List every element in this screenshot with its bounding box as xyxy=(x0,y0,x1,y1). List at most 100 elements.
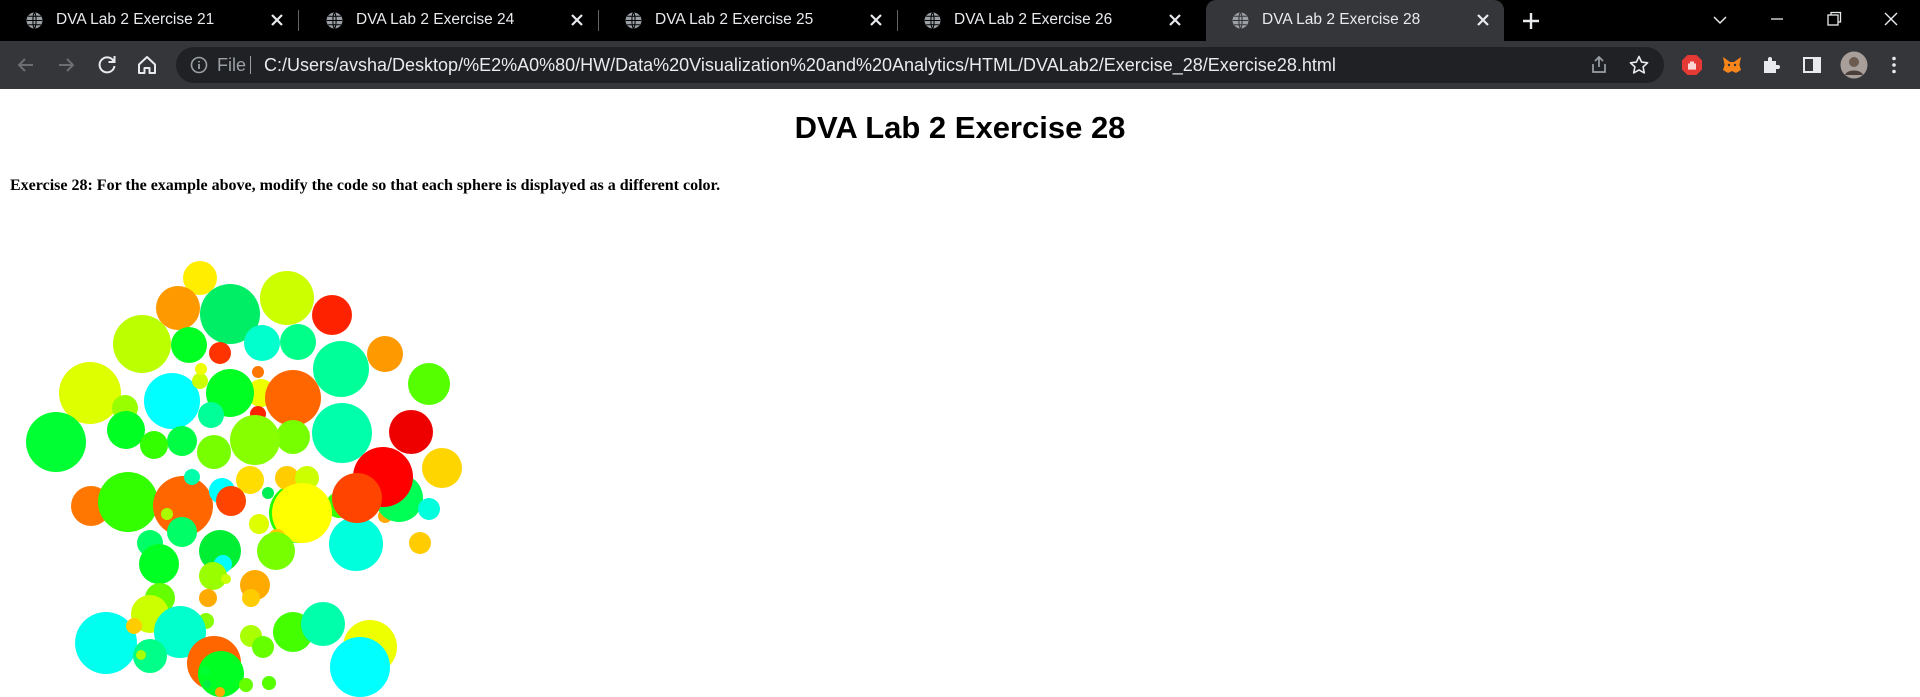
bubble-circle xyxy=(215,687,225,697)
bubble-circle xyxy=(312,295,352,335)
bubble-circle xyxy=(195,363,207,375)
globe-icon xyxy=(1232,12,1249,29)
bubble-circle xyxy=(167,426,197,456)
share-icon[interactable] xyxy=(1588,54,1610,76)
bubble-circle xyxy=(332,473,382,523)
bubble-circle xyxy=(276,420,310,454)
bubble-circle xyxy=(167,517,197,547)
close-window-icon[interactable] xyxy=(1871,6,1911,34)
plus-icon[interactable] xyxy=(1518,8,1544,34)
bubble-circle xyxy=(418,498,440,520)
close-icon[interactable] xyxy=(865,9,887,31)
bubble-circle xyxy=(409,532,431,554)
info-icon[interactable] xyxy=(190,56,208,74)
bubble-circle xyxy=(161,508,173,520)
bubble-circle xyxy=(244,325,280,361)
bubble-circle xyxy=(113,315,171,373)
close-icon[interactable] xyxy=(1164,9,1186,31)
bubble-circle xyxy=(422,448,462,488)
restore-icon[interactable] xyxy=(1814,6,1854,34)
metamask-icon[interactable] xyxy=(1720,53,1744,77)
bubble-circle xyxy=(26,412,86,472)
page-content: DVA Lab 2 Exercise 28 Exercise 28: For t… xyxy=(0,89,1920,697)
bubble-circle xyxy=(156,286,200,330)
bubble-circle xyxy=(98,472,158,532)
bubble-circle xyxy=(203,680,211,688)
tab-title: DVA Lab 2 Exercise 21 xyxy=(56,11,215,28)
bubble-circle xyxy=(184,469,200,485)
close-icon[interactable] xyxy=(566,9,588,31)
bubble-circle xyxy=(221,574,231,584)
bubble-circle xyxy=(107,411,145,449)
bubble-circle xyxy=(262,676,276,690)
bubble-circle xyxy=(209,342,231,364)
bubble-circle xyxy=(252,366,264,378)
bubble-circle xyxy=(216,486,246,516)
close-icon[interactable] xyxy=(266,9,288,31)
tab-exercise-26[interactable]: DVA Lab 2 Exercise 26 xyxy=(898,0,1196,41)
bubble-circle xyxy=(140,431,168,459)
bubble-circle xyxy=(389,410,433,454)
bubble-circle xyxy=(239,678,253,692)
bubble-circle xyxy=(139,544,179,584)
tab-exercise-25[interactable]: DVA Lab 2 Exercise 25 xyxy=(599,0,898,41)
home-icon[interactable] xyxy=(133,51,161,79)
puzzle-icon[interactable] xyxy=(1760,53,1784,77)
bubble-circle xyxy=(171,327,207,363)
tab-divider xyxy=(298,10,299,31)
bubble-circle xyxy=(192,373,208,389)
address-bar[interactable]: File C:/Users/avsha/Desktop/%E2%A0%80/HW… xyxy=(176,47,1664,83)
bubble-circle xyxy=(280,324,316,360)
globe-icon xyxy=(26,12,43,29)
tab-exercise-24[interactable]: DVA Lab 2 Exercise 24 xyxy=(300,0,599,41)
bubble-circle xyxy=(301,602,345,646)
chevron-down-icon[interactable] xyxy=(1700,6,1740,34)
globe-icon xyxy=(924,12,941,29)
globe-icon xyxy=(326,12,343,29)
bubble-circle xyxy=(136,650,146,660)
arrow-left-icon[interactable] xyxy=(12,51,40,79)
tab-title: DVA Lab 2 Exercise 25 xyxy=(655,11,814,28)
bubble-chart xyxy=(26,261,462,697)
profile-avatar-icon[interactable] xyxy=(1840,51,1868,79)
tab-title: DVA Lab 2 Exercise 24 xyxy=(356,11,515,28)
browser-toolbar: File C:/Users/avsha/Desktop/%E2%A0%80/HW… xyxy=(0,41,1920,89)
tab-exercise-21[interactable]: DVA Lab 2 Exercise 21 xyxy=(0,0,299,41)
bubble-circle xyxy=(408,363,450,405)
tab-title: DVA Lab 2 Exercise 26 xyxy=(954,11,1113,28)
kebab-menu-icon[interactable] xyxy=(1882,53,1906,77)
scheme-label: File xyxy=(217,55,247,75)
tab-title: DVA Lab 2 Exercise 28 xyxy=(1262,11,1421,28)
arrow-right-icon[interactable] xyxy=(52,51,80,79)
adblock-icon[interactable] xyxy=(1680,53,1704,77)
star-icon[interactable] xyxy=(1628,54,1650,76)
bubble-circle xyxy=(262,487,274,499)
tab-exercise-28[interactable]: DVA Lab 2 Exercise 28 xyxy=(1206,0,1504,41)
bubble-circle xyxy=(126,618,142,634)
address-divider xyxy=(250,56,251,74)
tab-strip: DVA Lab 2 Exercise 21 DVA Lab 2 Exercise… xyxy=(0,0,1920,41)
bubble-circle xyxy=(329,517,383,571)
bubble-circle xyxy=(265,370,321,426)
bubble-circle xyxy=(242,589,260,607)
bubble-circle xyxy=(249,514,269,534)
bubble-circle xyxy=(198,402,224,428)
bubble-circle xyxy=(200,666,210,676)
bubble-circle xyxy=(260,271,314,325)
bubble-circle xyxy=(330,637,390,697)
bubble-circle xyxy=(230,415,280,465)
bubble-circle xyxy=(313,341,369,397)
bubble-circle xyxy=(257,532,295,570)
bubble-circle xyxy=(252,636,274,658)
url-text[interactable]: C:/Users/avsha/Desktop/%E2%A0%80/HW/Data… xyxy=(264,55,1336,76)
close-icon[interactable] xyxy=(1472,9,1494,31)
bubble-circle xyxy=(367,336,403,372)
exercise-description: Exercise 28: For the example above, modi… xyxy=(10,177,721,194)
bubble-circle xyxy=(144,373,200,429)
minimize-icon[interactable] xyxy=(1757,6,1797,34)
bubble-circle xyxy=(312,403,372,463)
reload-icon[interactable] xyxy=(93,51,121,79)
globe-icon xyxy=(625,12,642,29)
bubble-circle xyxy=(197,435,231,469)
side-panel-icon[interactable] xyxy=(1800,53,1824,77)
